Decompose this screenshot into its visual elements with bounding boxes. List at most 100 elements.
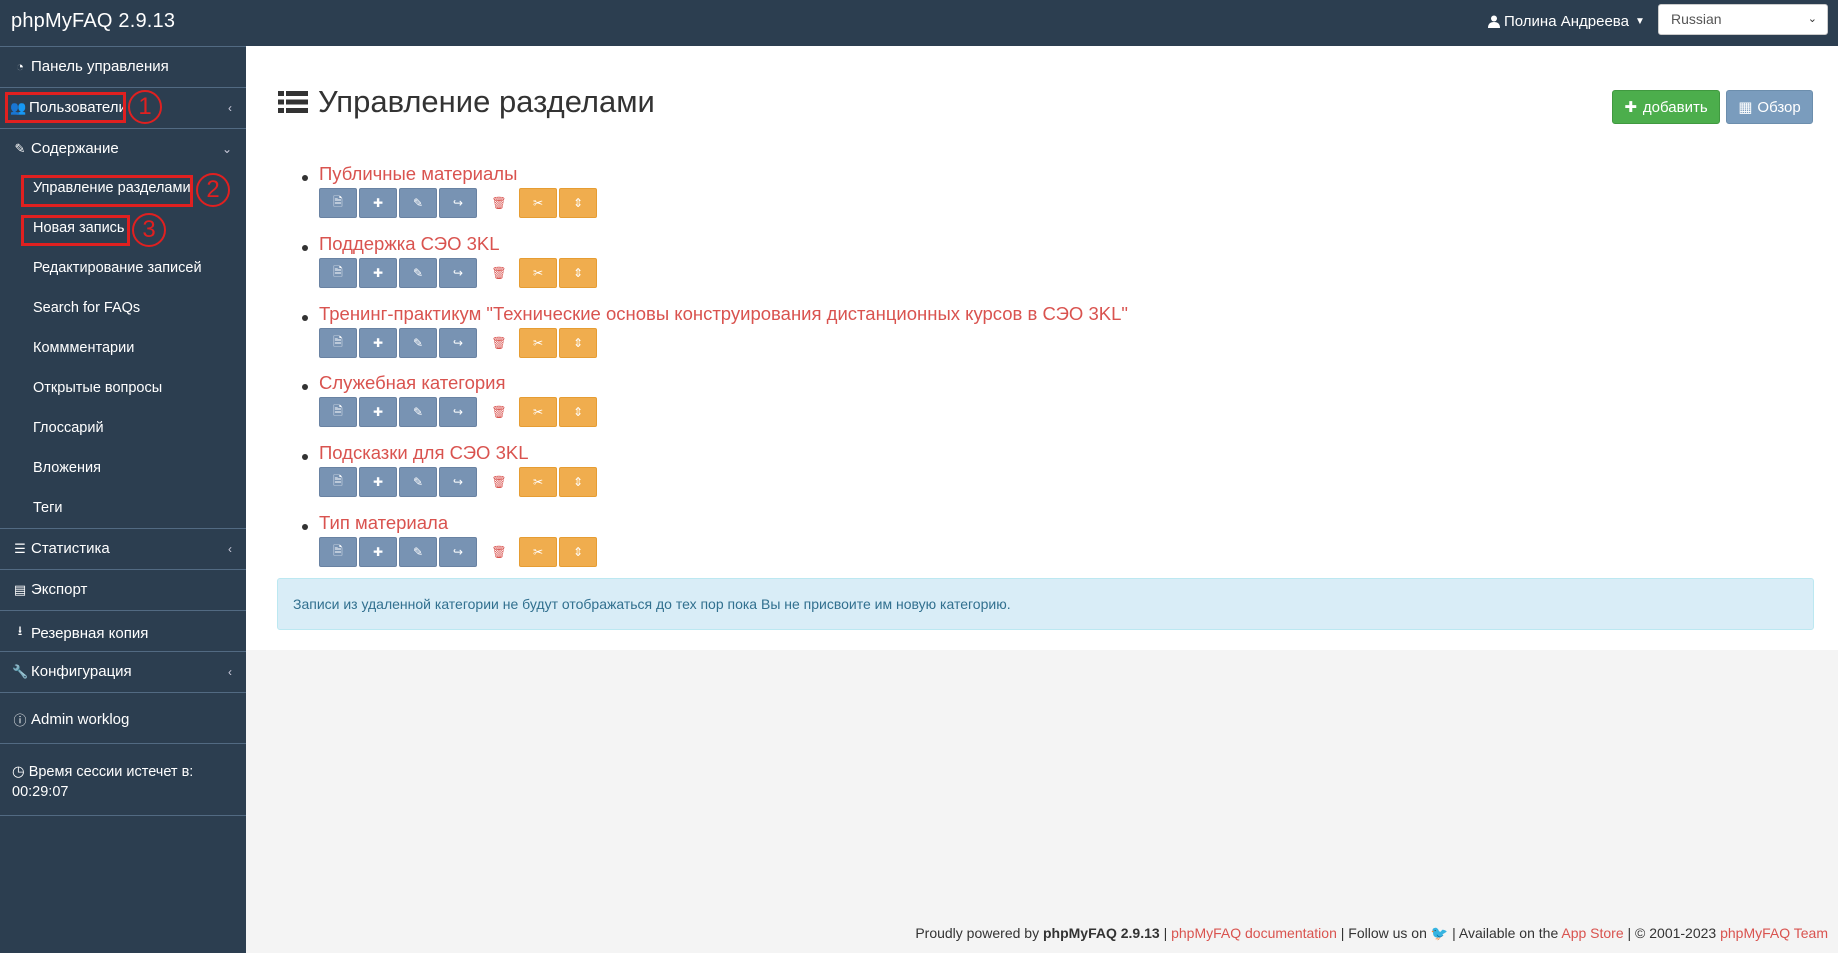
translate-category-button[interactable]: ↪ — [439, 258, 477, 288]
twitter-icon[interactable]: 🐦 — [1431, 925, 1448, 941]
user-menu[interactable]: Полина Андреева ▼ — [1488, 13, 1645, 30]
view-entries-button[interactable]: 🗎 — [319, 537, 357, 567]
sidebar-item-content[interactable]: ✎ Содержание ⌄ — [12, 140, 246, 157]
translate-category-button[interactable]: ↪ — [439, 188, 477, 218]
sidebar-subitem-tags[interactable]: Теги — [33, 500, 63, 516]
category-name-link[interactable]: Публичные материалы — [319, 163, 517, 185]
move-category-button[interactable]: ⇕ — [559, 328, 597, 358]
session-info: ◷ Время сессии истечет в: 00:29:07 — [12, 762, 193, 802]
sidebar-item-label: Конфигурация — [31, 663, 132, 680]
add-category-button[interactable]: ✚ добавить — [1612, 90, 1720, 124]
category-name-link[interactable]: Служебная категория — [319, 372, 506, 394]
move-category-button[interactable]: ⇕ — [559, 537, 597, 567]
overview-button[interactable]: ▦ Обзор — [1726, 90, 1813, 124]
move-category-button[interactable]: ⇕ — [559, 397, 597, 427]
edit-category-button[interactable]: ✎ — [399, 537, 437, 567]
session-time: 00:29:07 — [12, 784, 69, 800]
app-brand[interactable]: phpMyFAQ 2.9.13 — [11, 10, 175, 33]
move-category-button[interactable]: ⇕ — [559, 188, 597, 218]
category-name-link[interactable]: Тип материала — [319, 512, 448, 534]
sidebar-subitem-comments[interactable]: Коммментарии — [33, 340, 134, 356]
edit-icon: ✎ — [412, 475, 424, 489]
scissors-icon: ✂ — [532, 336, 544, 350]
add-subcategory-button[interactable]: ✚ — [359, 537, 397, 567]
sidebar-subitem-open-questions[interactable]: Открытые вопросы — [33, 380, 162, 396]
cut-category-button[interactable]: ✂ — [519, 258, 557, 288]
add-subcategory-button[interactable]: ✚ — [359, 188, 397, 218]
category-name-link[interactable]: Поддержка СЭО 3KL — [319, 233, 500, 255]
annotation-number-1: 1 — [128, 90, 162, 124]
edit-category-button[interactable]: ✎ — [399, 397, 437, 427]
translate-category-button[interactable]: ↪ — [439, 397, 477, 427]
scissors-icon: ✂ — [532, 545, 544, 559]
view-entries-button[interactable]: 🗎 — [319, 467, 357, 497]
edit-category-button[interactable]: ✎ — [399, 328, 437, 358]
view-entries-button[interactable]: 🗎 — [319, 397, 357, 427]
add-subcategory-button[interactable]: ✚ — [359, 397, 397, 427]
trash-icon: 🗑 — [491, 545, 507, 559]
footer-separator: | — [1452, 925, 1456, 941]
annotation-box-3 — [21, 215, 130, 246]
delete-category-button[interactable]: 🗑 — [481, 188, 517, 218]
delete-category-button[interactable]: 🗑 — [481, 537, 517, 567]
annotation-box-1 — [5, 92, 126, 123]
footer-powered: Proudly powered by — [915, 925, 1040, 941]
bullet — [302, 454, 308, 460]
category-name-link[interactable]: Тренинг-практикум "Технические основы ко… — [319, 303, 1128, 325]
overview-button-label: Обзор — [1757, 98, 1801, 116]
cut-category-button[interactable]: ✂ — [519, 328, 557, 358]
sidebar-item-export[interactable]: ▤ Экспорт — [12, 581, 246, 598]
cut-category-button[interactable]: ✂ — [519, 467, 557, 497]
bullet — [302, 245, 308, 251]
sidebar-divider — [0, 87, 246, 88]
user-name: Полина Андреева — [1504, 13, 1629, 30]
category-name-link[interactable]: Подсказки для СЭО 3KL — [319, 442, 529, 464]
session-label: Время сессии истечет в: — [28, 764, 194, 780]
edit-category-button[interactable]: ✎ — [399, 188, 437, 218]
chevron-left-icon: ‹ — [228, 541, 232, 556]
edit-category-button[interactable]: ✎ — [399, 258, 437, 288]
main-panel: Управление разделами ✚ добавить ▦ Обзор … — [246, 46, 1838, 650]
view-entries-button[interactable]: 🗎 — [319, 328, 357, 358]
add-subcategory-button[interactable]: ✚ — [359, 328, 397, 358]
view-entries-button[interactable]: 🗎 — [319, 258, 357, 288]
delete-category-button[interactable]: 🗑 — [481, 467, 517, 497]
sidebar-subitem-search-faqs[interactable]: Search for FAQs — [33, 300, 140, 316]
translate-category-button[interactable]: ↪ — [439, 467, 477, 497]
translate-category-button[interactable]: ↪ — [439, 537, 477, 567]
delete-category-button[interactable]: 🗑 — [481, 397, 517, 427]
sidebar-divider — [0, 46, 246, 47]
translate-category-button[interactable]: ↪ — [439, 328, 477, 358]
sidebar-item-dashboard[interactable]: ◔ Панель управления — [12, 58, 246, 75]
bullet — [302, 315, 308, 321]
add-subcategory-button[interactable]: ✚ — [359, 258, 397, 288]
sidebar-subitem-glossary[interactable]: Глоссарий — [33, 420, 104, 436]
sidebar-item-backup[interactable]: ⭳ Резервная копия — [12, 622, 246, 644]
stats-icon: ☰ — [14, 540, 26, 556]
footer-docs-link[interactable]: phpMyFAQ documentation — [1171, 925, 1337, 941]
page-icon: 🗎 — [333, 543, 343, 558]
language-select[interactable]: Russian ⌄ — [1658, 4, 1828, 35]
cut-category-button[interactable]: ✂ — [519, 188, 557, 218]
sidebar-subitem-edit-entries[interactable]: Редактирование записей — [33, 260, 202, 276]
delete-category-button[interactable]: 🗑 — [481, 258, 517, 288]
delete-category-button[interactable]: 🗑 — [481, 328, 517, 358]
add-subcategory-button[interactable]: ✚ — [359, 467, 397, 497]
sidebar-subitem-attachments[interactable]: Вложения — [33, 460, 101, 476]
edit-category-button[interactable]: ✎ — [399, 467, 437, 497]
grid-icon: ▦ — [1738, 99, 1753, 116]
sidebar-item-label: Admin worklog — [31, 711, 130, 728]
cut-category-button[interactable]: ✂ — [519, 537, 557, 567]
sidebar-item-admin-worklog[interactable]: ⓘ Admin worklog — [12, 710, 246, 729]
bullet — [302, 384, 308, 390]
move-category-button[interactable]: ⇕ — [559, 258, 597, 288]
sidebar-item-configuration[interactable]: 🔧 Конфигурация ‹ — [12, 663, 246, 680]
view-entries-button[interactable]: 🗎 — [319, 188, 357, 218]
footer-appstore-link[interactable]: App Store — [1561, 925, 1623, 941]
footer-follow: | Follow us on — [1340, 925, 1427, 941]
sidebar-item-statistics[interactable]: ☰ Статистика ‹ — [12, 540, 246, 557]
language-value: Russian — [1671, 11, 1722, 27]
footer-team-link[interactable]: phpMyFAQ Team — [1720, 925, 1828, 941]
move-category-button[interactable]: ⇕ — [559, 467, 597, 497]
cut-category-button[interactable]: ✂ — [519, 397, 557, 427]
